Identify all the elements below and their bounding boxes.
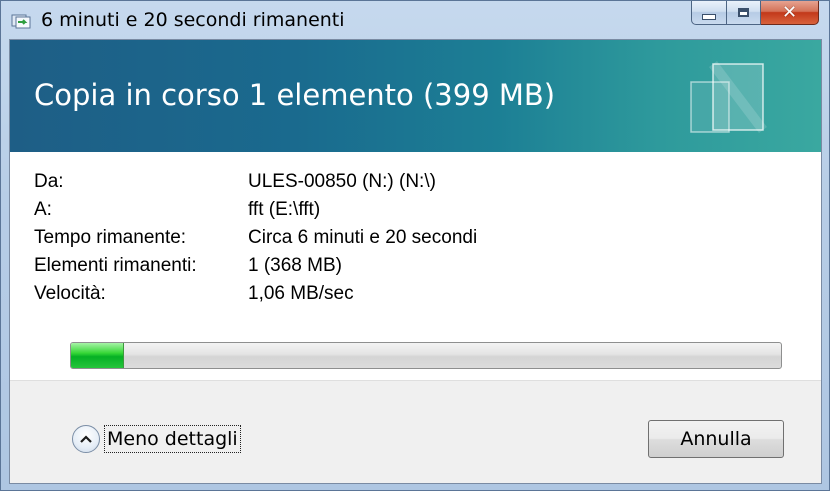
detail-label: A:: [34, 199, 52, 220]
banner-title: Copia in corso 1 elemento (399 MB): [34, 78, 556, 112]
detail-value: 1 (368 MB): [248, 255, 342, 276]
detail-row-time-remaining: Tempo rimanente: Circa 6 minuti e 20 sec…: [34, 224, 754, 252]
minimize-icon: [702, 14, 716, 20]
progress-bar: [70, 342, 782, 369]
progress-fill: [71, 343, 125, 368]
detail-label: Da:: [34, 171, 64, 192]
maximize-icon: [738, 8, 749, 17]
close-icon: ✕: [781, 1, 798, 23]
copy-files-icon: [11, 12, 33, 30]
details-list: Da: ULES-00850 (N:) (N:\) A: fft (E:\fft…: [34, 168, 754, 308]
banner: Copia in corso 1 elemento (399 MB): [10, 40, 821, 152]
detail-row-items-remaining: Elementi rimanenti: 1 (368 MB): [34, 252, 754, 280]
detail-row-source: Da: ULES-00850 (N:) (N:\): [34, 168, 754, 196]
detail-value: ULES-00850 (N:) (N:\): [248, 171, 436, 192]
copy-progress-window: 6 minuti e 20 secondi rimanenti ✕ Copia …: [0, 0, 830, 491]
detail-label: Velocità:: [34, 283, 106, 304]
dialog-footer: Meno dettagli Annulla: [10, 380, 821, 483]
cancel-button[interactable]: Annulla: [648, 420, 784, 458]
minimize-button[interactable]: [691, 1, 727, 25]
detail-label: Elementi rimanenti:: [34, 255, 197, 276]
close-button[interactable]: ✕: [761, 1, 819, 25]
detail-label: Tempo rimanente:: [34, 227, 187, 248]
detail-row-speed: Velocità: 1,06 MB/sec: [34, 280, 754, 308]
window-title: 6 minuti e 20 secondi rimanenti: [41, 9, 345, 31]
chevron-up-icon[interactable]: [72, 425, 100, 453]
dialog-content: Copia in corso 1 elemento (399 MB) Da: U…: [9, 39, 822, 484]
detail-value: fft (E:\fft): [248, 199, 321, 220]
detail-row-destination: A: fft (E:\fft): [34, 196, 754, 224]
caption-buttons: ✕: [691, 1, 819, 25]
detail-value: 1,06 MB/sec: [248, 283, 354, 304]
less-details-toggle[interactable]: Meno dettagli: [72, 425, 241, 453]
title-bar[interactable]: 6 minuti e 20 secondi rimanenti ✕: [1, 1, 829, 39]
maximize-button[interactable]: [727, 1, 761, 25]
copy-documents-icon: [685, 52, 781, 148]
less-details-label[interactable]: Meno dettagli: [104, 425, 241, 453]
detail-value: Circa 6 minuti e 20 secondi: [248, 227, 478, 248]
